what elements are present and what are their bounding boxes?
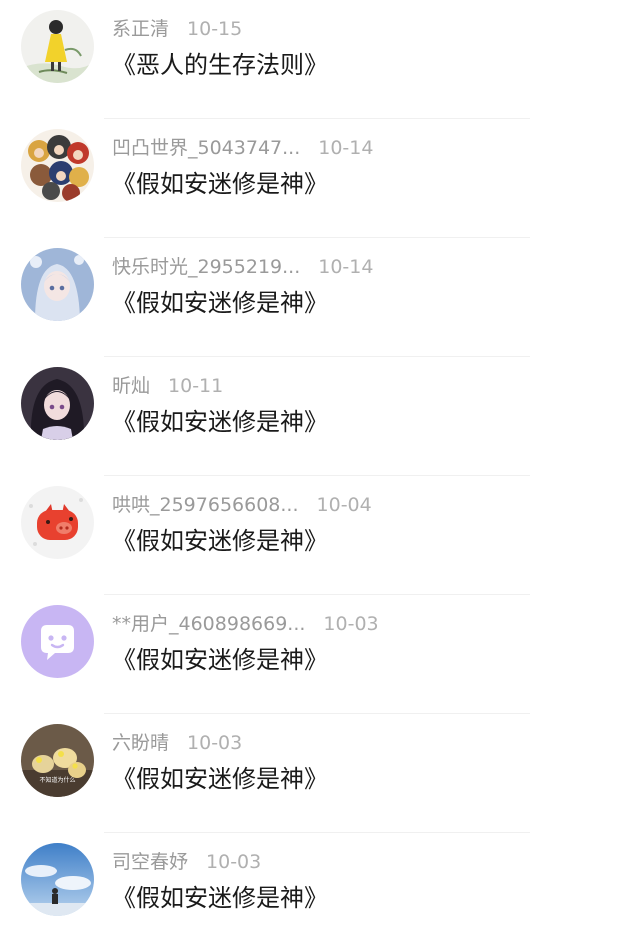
item-meta: 六盼晴 10-03 [112,730,242,756]
item-meta: **用户_460898669... 10-03 [112,611,379,637]
list-item[interactable]: 司空春妤 10-03 《假如安迷修是神》 [0,833,640,952]
date: 10-03 [187,732,243,754]
username[interactable]: 司空春妤 [112,849,188,875]
item-meta: 凹凸世界_5043747... 10-14 [112,135,373,161]
reader-list: 系正清 10-15 《恶人的生存法则》 凹凸世界_5043747... 10-1… [0,0,640,935]
book-title[interactable]: 《假如安迷修是神》 [112,405,328,439]
book-title[interactable]: 《假如安迷修是神》 [112,762,328,796]
username[interactable]: **用户_460898669... [112,611,305,637]
avatar[interactable] [21,129,94,202]
item-meta: 系正清 10-15 [112,16,242,42]
avatar-photo-sky-icon [21,843,94,916]
list-item[interactable]: 哄哄_2597656608... 10-04 《假如安迷修是神》 [0,476,640,595]
list-item[interactable]: 快乐时光_2955219... 10-14 《假如安迷修是神》 [0,238,640,357]
avatar-anime-dark-hair-icon [21,367,94,440]
book-title[interactable]: 《假如安迷修是神》 [112,524,328,558]
date: 10-03 [206,851,262,873]
item-meta: 司空春妤 10-03 [112,849,261,875]
list-item[interactable]: 昕灿 10-11 《假如安迷修是神》 [0,357,640,476]
avatar-caption: 不知道为什么 [39,776,75,784]
username[interactable]: 昕灿 [112,373,150,399]
avatar[interactable] [21,248,94,321]
avatar[interactable]: 不知道为什么 [21,724,94,797]
date: 10-14 [318,137,374,159]
list-item[interactable]: 凹凸世界_5043747... 10-14 《假如安迷修是神》 [0,119,640,238]
list-item[interactable]: **用户_460898669... 10-03 《假如安迷修是神》 [0,595,640,714]
date: 10-03 [323,613,379,635]
book-title[interactable]: 《假如安迷修是神》 [112,167,328,201]
avatar-red-pig-icon [21,486,94,559]
date: 10-14 [318,256,374,278]
username[interactable]: 哄哄_2597656608... [112,492,299,518]
book-title[interactable]: 《假如安迷修是神》 [112,643,328,677]
avatar-anime-silver-hair-icon [21,248,94,321]
book-title[interactable]: 《恶人的生存法则》 [112,48,328,82]
date: 10-15 [187,18,243,40]
avatar-default-chat-icon [21,605,94,678]
avatar[interactable] [21,843,94,916]
book-title[interactable]: 《假如安迷修是神》 [112,286,328,320]
username[interactable]: 系正清 [112,16,169,42]
avatar-anime-group-icon [21,129,94,202]
list-item[interactable]: 不知道为什么 六盼晴 10-03 《假如安迷修是神》 [0,714,640,833]
avatar[interactable] [21,10,94,83]
avatar[interactable] [21,367,94,440]
username[interactable]: 快乐时光_2955219... [112,254,300,280]
item-meta: 快乐时光_2955219... 10-14 [112,254,373,280]
avatar-photo-chicks-icon: 不知道为什么 [21,724,94,797]
date: 10-04 [316,494,372,516]
date: 10-11 [168,375,224,397]
avatar[interactable] [21,605,94,678]
item-meta: 哄哄_2597656608... 10-04 [112,492,372,518]
username[interactable]: 六盼晴 [112,730,169,756]
list-item[interactable]: 系正清 10-15 《恶人的生存法则》 [0,0,640,119]
book-title[interactable]: 《假如安迷修是神》 [112,881,328,915]
avatar-girl-yellow-dress-icon [21,10,94,83]
item-meta: 昕灿 10-11 [112,373,223,399]
avatar[interactable] [21,486,94,559]
username[interactable]: 凹凸世界_5043747... [112,135,300,161]
